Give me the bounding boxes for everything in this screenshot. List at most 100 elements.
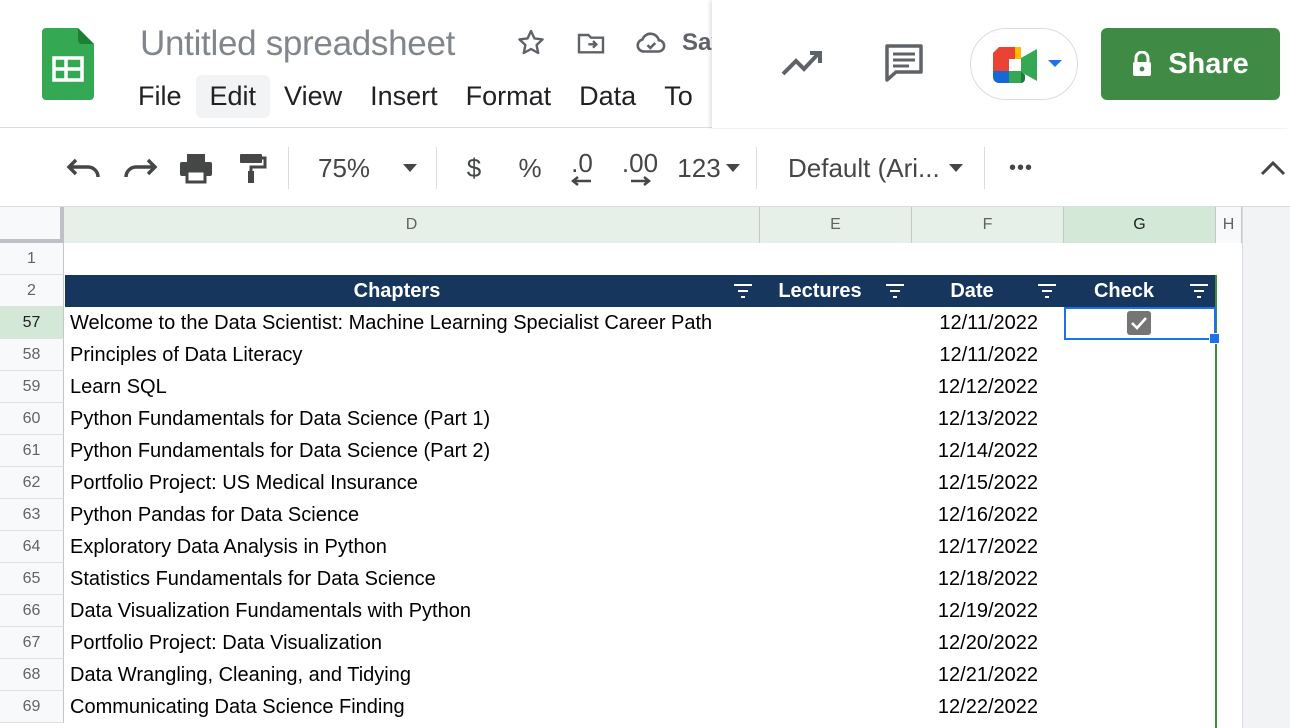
menu-edit[interactable]: Edit [195, 74, 271, 118]
google-sheets-logo-icon[interactable] [42, 28, 94, 100]
date-cell[interactable]: 12/14/2022 [912, 435, 1038, 467]
column-header-f[interactable]: F [912, 207, 1064, 243]
font-select[interactable]: Default (Ari... [774, 129, 972, 207]
check-cell[interactable] [1064, 691, 1214, 723]
chapter-cell[interactable]: Python Fundamentals for Data Science (Pa… [70, 435, 930, 467]
row-number[interactable]: 63 [0, 499, 64, 531]
move-to-folder-icon[interactable] [574, 26, 608, 60]
more-options-button[interactable]: ••• [996, 129, 1046, 207]
header-check[interactable]: Check [1065, 275, 1183, 307]
menu-view[interactable]: View [270, 75, 356, 118]
date-cell[interactable]: 12/11/2022 [912, 339, 1038, 371]
google-meet-button[interactable] [970, 28, 1078, 100]
check-cell[interactable] [1064, 339, 1214, 371]
date-cell[interactable]: 12/13/2022 [912, 403, 1038, 435]
check-cell[interactable] [1064, 627, 1214, 659]
chapter-cell[interactable]: Portfolio Project: US Medical Insurance [70, 467, 930, 499]
print-icon[interactable] [174, 129, 218, 207]
menu-data[interactable]: Data [565, 75, 650, 118]
row-number[interactable]: 64 [0, 531, 64, 563]
row-number[interactable]: 2 [0, 275, 64, 307]
check-cell[interactable] [1064, 371, 1214, 403]
check-cell[interactable] [1064, 531, 1214, 563]
increase-decimal-button[interactable]: .00 [616, 129, 664, 207]
row-number[interactable]: 59 [0, 371, 64, 403]
filter-icon[interactable] [733, 283, 753, 299]
filter-icon[interactable] [885, 283, 905, 299]
cloud-saved-icon[interactable] [634, 26, 668, 60]
chapter-cell[interactable]: Data Visualization Fundamentals with Pyt… [70, 595, 930, 627]
chapter-cell[interactable]: Exploratory Data Analysis in Python [70, 531, 930, 563]
date-cell[interactable]: 12/17/2022 [912, 531, 1038, 563]
date-cell[interactable]: 12/12/2022 [912, 371, 1038, 403]
row-number[interactable]: 57 [0, 307, 64, 339]
collapse-toolbar-icon[interactable] [1256, 129, 1290, 207]
filter-icon[interactable] [1037, 283, 1057, 299]
row-number[interactable]: 68 [0, 659, 64, 691]
date-cell[interactable]: 12/20/2022 [912, 627, 1038, 659]
menu-insert[interactable]: Insert [356, 75, 452, 118]
row-number[interactable]: 1 [0, 243, 64, 275]
row-number[interactable]: 69 [0, 691, 64, 723]
row-number[interactable]: 67 [0, 627, 64, 659]
more-formats-button[interactable]: 123 [674, 129, 744, 207]
undo-icon[interactable] [62, 129, 106, 207]
share-button[interactable]: Share [1101, 28, 1280, 100]
check-cell[interactable] [1064, 563, 1214, 595]
date-cell[interactable]: 12/21/2022 [912, 659, 1038, 691]
check-cell[interactable] [1064, 435, 1214, 467]
chapter-cell[interactable]: Principles of Data Literacy [70, 339, 930, 371]
chapter-cell[interactable]: Data Wrangling, Cleaning, and Tidying [70, 659, 930, 691]
chapter-cell[interactable]: Python Fundamentals for Data Science (Pa… [70, 403, 930, 435]
date-cell[interactable]: 12/19/2022 [912, 595, 1038, 627]
check-cell[interactable] [1064, 499, 1214, 531]
selected-cell-g57[interactable] [1064, 307, 1216, 340]
redo-icon[interactable] [118, 129, 162, 207]
header-chapters[interactable]: Chapters [65, 275, 729, 307]
column-header-d[interactable]: D [64, 207, 760, 243]
star-icon[interactable] [514, 26, 548, 60]
check-cell[interactable] [1064, 403, 1214, 435]
menu-file[interactable]: File [124, 75, 196, 118]
filter-icon[interactable] [1189, 283, 1209, 299]
date-cell[interactable]: 12/15/2022 [912, 467, 1038, 499]
chevron-down-icon [949, 164, 963, 172]
format-currency-button[interactable]: $ [452, 129, 496, 207]
chapter-cell[interactable]: Statistics Fundamentals for Data Science [70, 563, 930, 595]
decrease-decimal-button[interactable]: .0 [560, 129, 604, 207]
chapter-cell[interactable]: Portfolio Project: Data Visualization [70, 627, 930, 659]
chapter-cell[interactable]: Communicating Data Science Finding [70, 691, 930, 723]
row-number[interactable]: 65 [0, 563, 64, 595]
column-header-g[interactable]: G [1064, 207, 1216, 243]
check-cell[interactable] [1064, 595, 1214, 627]
header-date[interactable]: Date [913, 275, 1031, 307]
row-number[interactable]: 61 [0, 435, 64, 467]
check-cell[interactable] [1064, 467, 1214, 499]
menu-format[interactable]: Format [452, 75, 566, 118]
vertical-scroll-gutter[interactable] [1242, 207, 1290, 728]
comments-icon[interactable] [878, 38, 930, 88]
zoom-select[interactable]: 75% [304, 129, 434, 207]
row-number[interactable]: 58 [0, 339, 64, 371]
row-number[interactable]: 60 [0, 403, 64, 435]
check-cell[interactable] [1064, 659, 1214, 691]
row-number[interactable]: 62 [0, 467, 64, 499]
format-percent-button[interactable]: % [508, 129, 552, 207]
chapter-cell[interactable]: Python Pandas for Data Science [70, 499, 930, 531]
date-cell[interactable]: 12/18/2022 [912, 563, 1038, 595]
column-header-h[interactable]: H [1216, 207, 1242, 243]
activity-trend-icon[interactable] [776, 40, 828, 86]
header-lectures[interactable]: Lectures [761, 275, 879, 307]
date-cell[interactable]: 12/11/2022 [912, 307, 1038, 339]
chapter-cell[interactable]: Learn SQL [70, 371, 930, 403]
row-number[interactable]: 66 [0, 595, 64, 627]
paint-format-icon[interactable] [230, 129, 274, 207]
date-cell[interactable]: 12/16/2022 [912, 499, 1038, 531]
column-header-e[interactable]: E [760, 207, 912, 243]
select-all-corner[interactable] [0, 207, 64, 243]
menu-tools[interactable]: To [650, 75, 707, 118]
chapter-cell[interactable]: Welcome to the Data Scientist: Machine L… [70, 307, 930, 339]
fill-handle[interactable] [1209, 333, 1220, 344]
date-cell[interactable]: 12/22/2022 [912, 691, 1038, 723]
document-title[interactable]: Untitled spreadsheet [140, 24, 455, 64]
